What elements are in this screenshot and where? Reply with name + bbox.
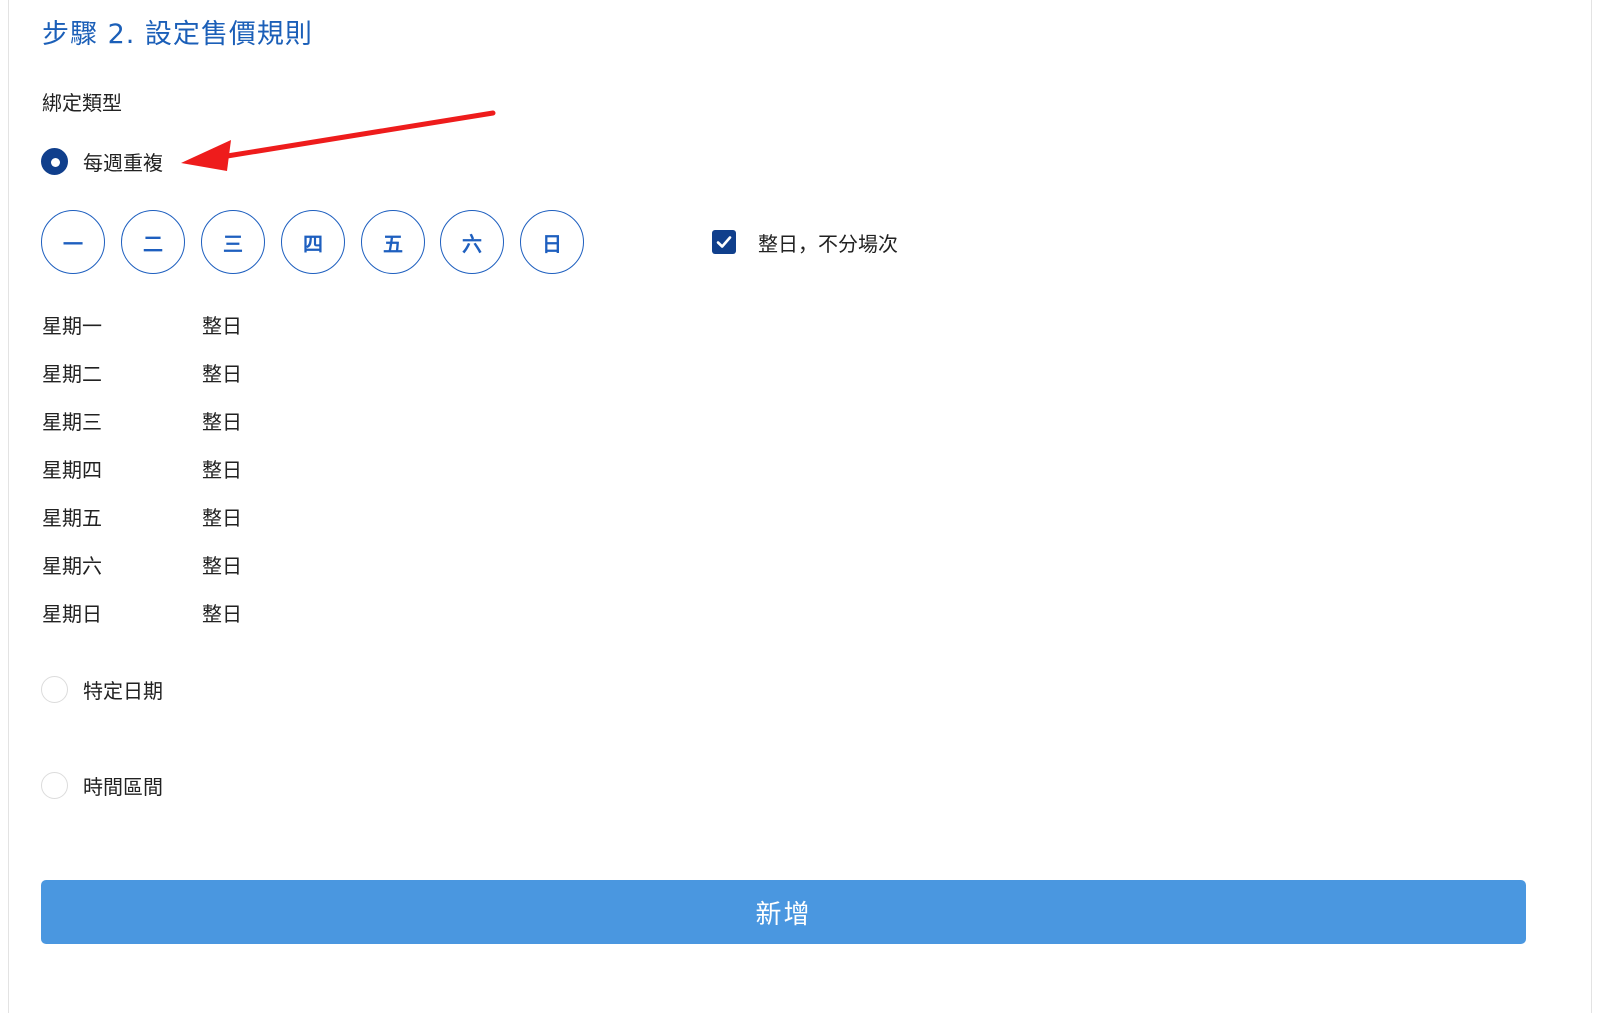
radio-time-range[interactable]: 時間區間 (41, 770, 163, 800)
schedule-value: 整日 (202, 506, 242, 530)
schedule-value: 整日 (202, 314, 242, 338)
weekday-button-sun[interactable]: 日 (520, 210, 584, 274)
page-title: 步驟 2. 設定售價規則 (42, 19, 313, 50)
radio-label: 每週重複 (83, 150, 163, 175)
check-icon (716, 236, 732, 248)
all-day-checkbox[interactable] (712, 230, 736, 254)
schedule-value: 整日 (202, 362, 242, 386)
radio-label: 時間區間 (83, 774, 163, 799)
radio-weekly-repeat[interactable]: 每週重複 (41, 146, 163, 176)
schedule-value: 整日 (202, 554, 242, 578)
schedule-value: 整日 (202, 602, 242, 626)
schedule-day: 星期六 (42, 554, 102, 578)
weekday-button-wed[interactable]: 三 (201, 210, 265, 274)
radio-label: 特定日期 (83, 678, 163, 703)
schedule-value: 整日 (202, 458, 242, 482)
schedule-day: 星期一 (42, 314, 102, 338)
binding-type-label: 綁定類型 (42, 91, 122, 115)
radio-button[interactable] (41, 771, 68, 799)
weekday-button-tue[interactable]: 二 (121, 210, 185, 274)
all-day-label: 整日，不分場次 (758, 231, 898, 256)
schedule-day: 星期日 (42, 602, 102, 626)
all-day-checkbox-row[interactable]: 整日，不分場次 (712, 229, 898, 256)
radio-button[interactable] (41, 675, 68, 703)
radio-button[interactable] (41, 147, 68, 175)
schedule-value: 整日 (202, 410, 242, 434)
schedule-day: 星期四 (42, 458, 102, 482)
add-button[interactable]: 新增 (41, 880, 1526, 944)
weekday-button-mon[interactable]: 一 (41, 210, 105, 274)
radio-specific-date[interactable]: 特定日期 (41, 674, 163, 704)
schedule-day: 星期三 (42, 410, 102, 434)
weekday-button-fri[interactable]: 五 (361, 210, 425, 274)
schedule-day: 星期二 (42, 362, 102, 386)
weekday-button-thu[interactable]: 四 (281, 210, 345, 274)
annotation-arrow-icon (181, 110, 496, 171)
schedule-day: 星期五 (42, 506, 102, 530)
weekday-button-sat[interactable]: 六 (440, 210, 504, 274)
